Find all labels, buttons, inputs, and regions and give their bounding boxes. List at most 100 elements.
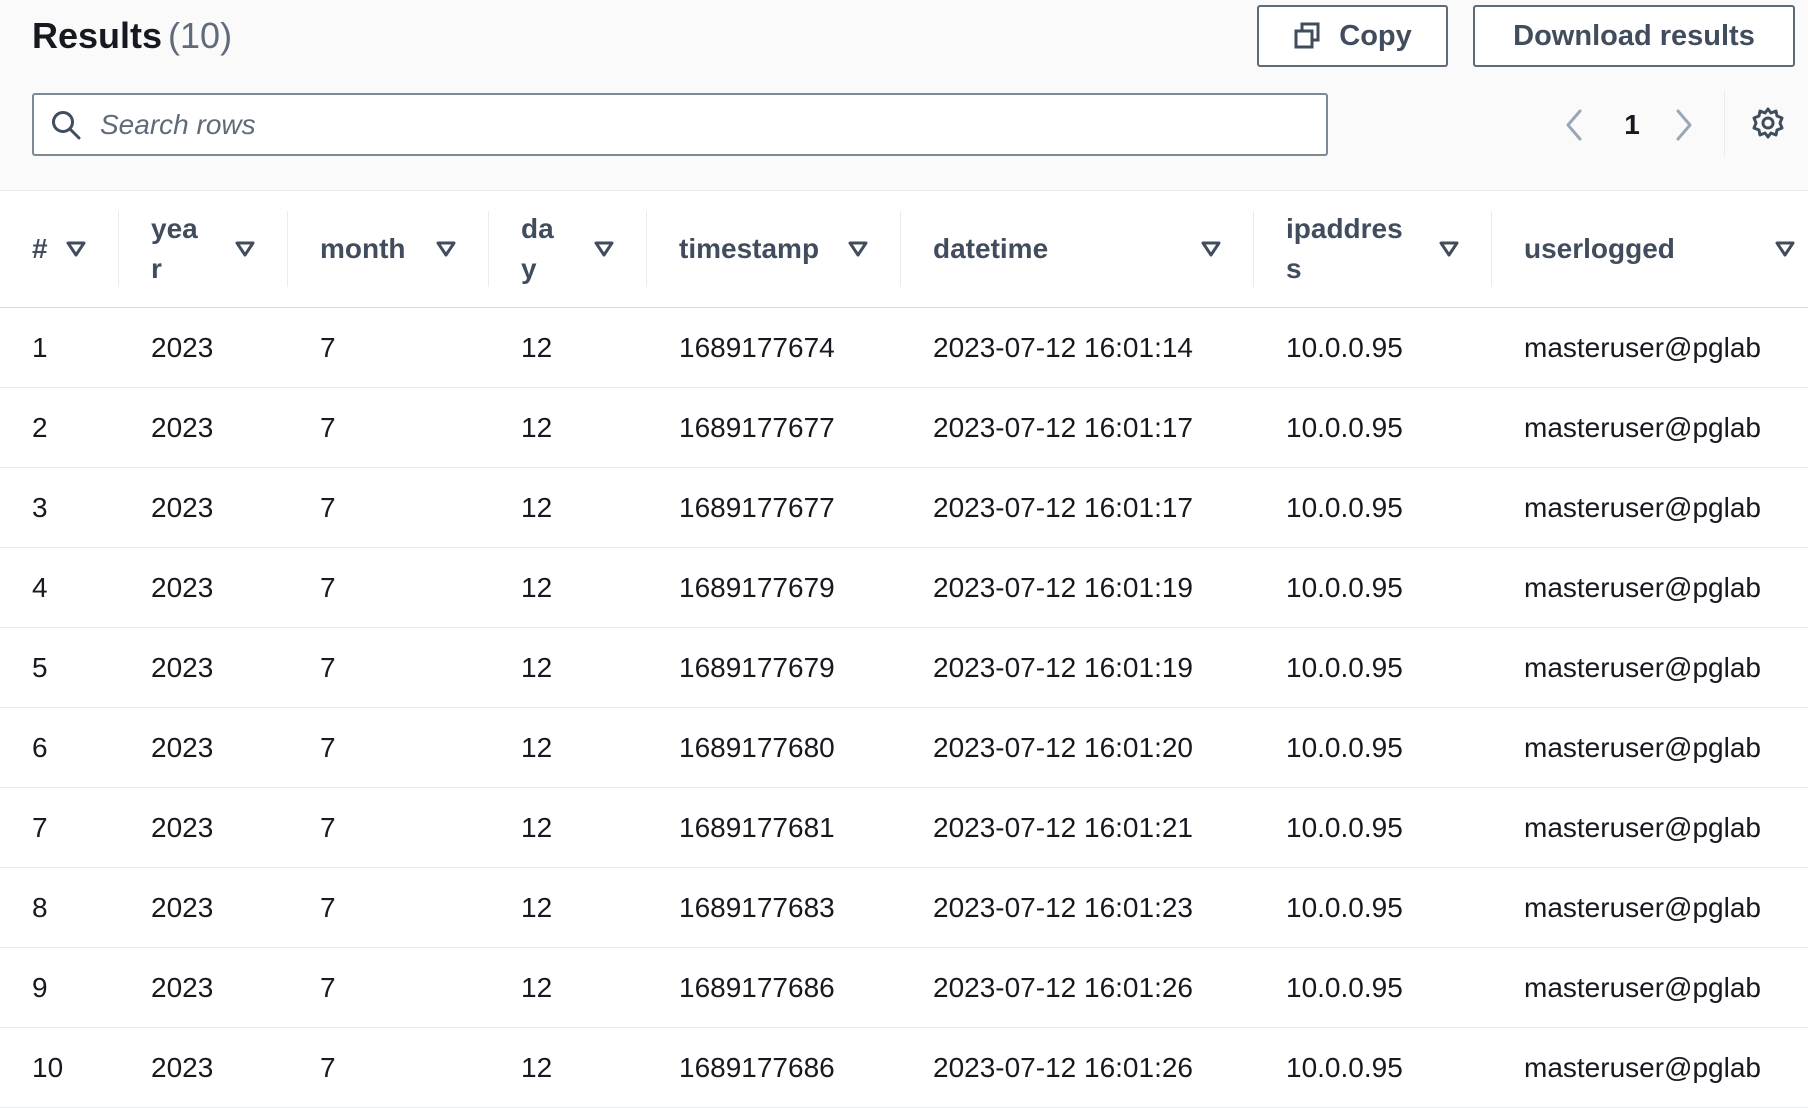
column-header[interactable]: userlogged <box>1492 191 1808 308</box>
table-cell: 2023 <box>119 307 288 388</box>
table-cell: 7 <box>0 787 119 868</box>
column-header[interactable]: datetime <box>901 191 1254 308</box>
copy-icon <box>1293 22 1321 50</box>
table-cell: masteruser@pglab <box>1492 467 1808 548</box>
toolbar-divider <box>1724 90 1725 156</box>
table-row: 5 2023 7 12 1689177679 2023-07-12 16:01:19 10.… <box>0 627 1808 708</box>
column-header[interactable]: ipaddress <box>1254 191 1492 308</box>
table-cell: 12 <box>489 387 647 468</box>
table-cell: 10.0.0.95 <box>1254 787 1492 868</box>
sort-caret-icon[interactable] <box>1438 240 1460 258</box>
table-cell: 12 <box>489 867 647 948</box>
table-row: 8 2023 7 12 1689177683 2023-07-12 16:01:23 10.… <box>0 867 1808 948</box>
current-page-number[interactable]: 1 <box>1618 106 1646 144</box>
table-cell: 2023 <box>119 547 288 628</box>
table-cell: 10.0.0.95 <box>1254 387 1492 468</box>
table-row: 3 2023 7 12 1689177677 2023-07-12 16:01:17 10.… <box>0 467 1808 548</box>
table-cell: masteruser@pglab <box>1492 547 1808 628</box>
table-cell: 2023 <box>119 947 288 1028</box>
column-header[interactable]: year <box>119 191 288 308</box>
table-cell: 2023-07-12 16:01:17 <box>901 467 1254 548</box>
table-cell: 2 <box>0 387 119 468</box>
download-results-button[interactable]: Download results <box>1473 5 1795 67</box>
results-table: # year month day timestamp datetime ipad… <box>0 191 1808 1108</box>
table-cell: 12 <box>489 947 647 1028</box>
table-row: 10 2023 7 12 1689177686 2023-07-12 16:01:26 10… <box>0 1027 1808 1108</box>
table-cell: 7 <box>288 947 489 1028</box>
sort-caret-icon[interactable] <box>234 240 256 258</box>
results-toolbar: Results(10) Copy Download results 1 <box>0 0 1808 191</box>
table-cell: 12 <box>489 547 647 628</box>
sort-caret-icon[interactable] <box>1774 240 1796 258</box>
table-cell: 12 <box>489 1027 647 1108</box>
sort-caret-icon[interactable] <box>593 240 615 258</box>
sort-caret-icon[interactable] <box>65 240 87 258</box>
table-cell: 6 <box>0 707 119 788</box>
previous-page-button[interactable] <box>1560 105 1588 150</box>
table-cell: 2023-07-12 16:01:19 <box>901 547 1254 628</box>
column-header-label: day <box>521 213 554 284</box>
table-cell: 1689177679 <box>647 547 901 628</box>
column-header-label: datetime <box>933 233 1049 264</box>
table-cell: 12 <box>489 307 647 388</box>
column-header[interactable]: day <box>489 191 647 308</box>
search-input[interactable] <box>98 107 1282 142</box>
table-cell: 1689177680 <box>647 707 901 788</box>
table-cell: masteruser@pglab <box>1492 627 1808 708</box>
copy-button-label: Copy <box>1339 19 1412 52</box>
table-cell: 1 <box>0 307 119 388</box>
table-cell: 1689177686 <box>647 1027 901 1108</box>
table-cell: masteruser@pglab <box>1492 1027 1808 1108</box>
preferences-button[interactable] <box>1751 106 1785 145</box>
table-cell: 2023-07-12 16:01:14 <box>901 307 1254 388</box>
column-header[interactable]: # <box>0 191 119 308</box>
results-title: Results <box>32 15 163 56</box>
table-cell: 2023 <box>119 707 288 788</box>
table-cell: 10 <box>0 1027 119 1108</box>
table-cell: 10.0.0.95 <box>1254 947 1492 1028</box>
table-cell: 3 <box>0 467 119 548</box>
sort-caret-icon[interactable] <box>435 240 457 258</box>
sort-caret-icon[interactable] <box>1200 240 1222 258</box>
table-cell: 10.0.0.95 <box>1254 547 1492 628</box>
column-header-label: userlogged <box>1524 233 1675 264</box>
table-row: 4 2023 7 12 1689177679 2023-07-12 16:01:19 10.… <box>0 547 1808 628</box>
column-header-label: ipaddress <box>1286 213 1403 284</box>
sort-caret-icon[interactable] <box>847 240 869 258</box>
table-cell: 1689177686 <box>647 947 901 1028</box>
table-cell: 4 <box>0 547 119 628</box>
table-cell: 8 <box>0 867 119 948</box>
table-cell: 7 <box>288 707 489 788</box>
search-box <box>32 93 1328 156</box>
chevron-right-icon <box>1670 109 1698 149</box>
table-header-row: # year month day timestamp datetime ipad… <box>0 191 1808 308</box>
table-cell: 7 <box>288 627 489 708</box>
table-cell: 10.0.0.95 <box>1254 867 1492 948</box>
gear-icon <box>1751 107 1785 144</box>
table-cell: 7 <box>288 467 489 548</box>
column-header[interactable]: timestamp <box>647 191 901 308</box>
table-cell: 2023 <box>119 467 288 548</box>
table-cell: 7 <box>288 867 489 948</box>
table-cell: masteruser@pglab <box>1492 947 1808 1028</box>
column-header-label: # <box>32 233 48 264</box>
table-row: 9 2023 7 12 1689177686 2023-07-12 16:01:26 10.… <box>0 947 1808 1028</box>
table-cell: 12 <box>489 787 647 868</box>
next-page-button[interactable] <box>1670 105 1698 150</box>
table-cell: masteruser@pglab <box>1492 787 1808 868</box>
table-cell: 2023 <box>119 867 288 948</box>
table-cell: 2023 <box>119 387 288 468</box>
table-cell: 2023-07-12 16:01:23 <box>901 867 1254 948</box>
table-cell: 10.0.0.95 <box>1254 627 1492 708</box>
copy-button[interactable]: Copy <box>1257 5 1448 67</box>
table-cell: 7 <box>288 1027 489 1108</box>
table-cell: 2023-07-12 16:01:21 <box>901 787 1254 868</box>
column-header-label: timestamp <box>679 233 820 264</box>
table-cell: 2023-07-12 16:01:26 <box>901 947 1254 1028</box>
table-cell: 2023-07-12 16:01:19 <box>901 627 1254 708</box>
table-row: 1 2023 7 12 1689177674 2023-07-12 16:01:14 10.… <box>0 307 1808 388</box>
table-cell: 9 <box>0 947 119 1028</box>
column-header[interactable]: month <box>288 191 489 308</box>
table-cell: masteruser@pglab <box>1492 387 1808 468</box>
table-cell: 1689177679 <box>647 627 901 708</box>
